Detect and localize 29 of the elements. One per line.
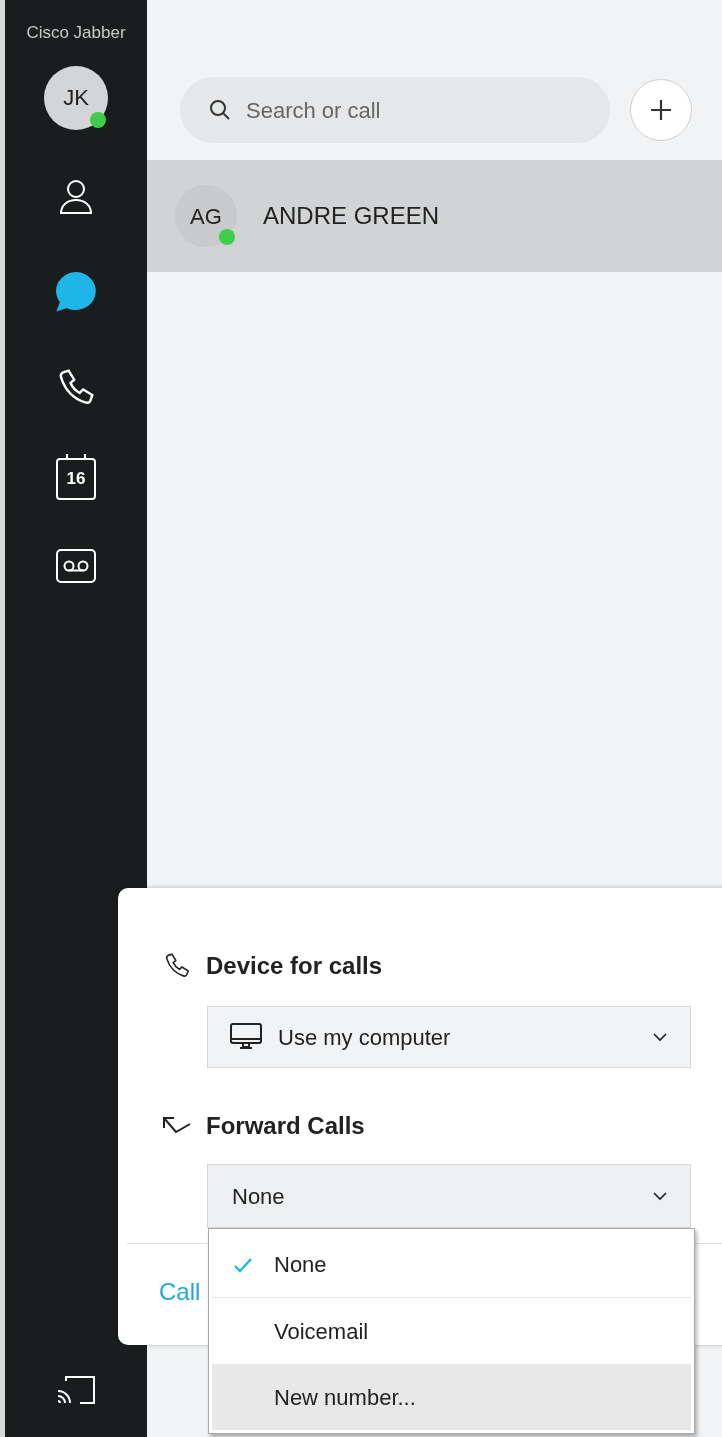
select-value: Use my computer [278,1023,452,1052]
forward-arrow-icon [162,1116,192,1136]
conversation-item[interactable]: AG ANDRE GREEN [147,160,722,272]
chevron-icon [652,1032,668,1042]
contact-name: ANDRE GREEN [263,201,440,231]
search-placeholder: Search or call [246,96,381,125]
plus-icon [650,99,672,121]
monitor-icon [230,1023,262,1051]
check-icon [233,1256,253,1273]
section-heading: Device for calls [206,951,383,981]
option-label: Voicemail [274,1317,369,1346]
chevron-icon [652,1191,668,1201]
option-label: None [274,1251,327,1279]
search-field[interactable]: Search or call [180,77,610,143]
option-label: New number... [274,1383,416,1412]
calendar-icon[interactable]: 16 [56,457,96,500]
calendar-date: 16 [66,470,86,487]
app-title: Cisco Jabber [26,22,126,44]
voicemail-icon [56,548,96,583]
select-value: None [232,1182,286,1211]
search-icon [208,98,232,122]
dropdown-option[interactable]: New number... [212,1364,691,1430]
cast-icon[interactable] [56,1375,96,1405]
user-avatar: JK [44,65,108,130]
chat-bubble-icon [55,270,97,313]
forward-select[interactable]: None [207,1164,691,1228]
device-select[interactable]: Use my computer [207,1006,691,1068]
contact-avatar: AG [175,185,237,247]
section-heading: Forward Calls [206,1111,365,1141]
